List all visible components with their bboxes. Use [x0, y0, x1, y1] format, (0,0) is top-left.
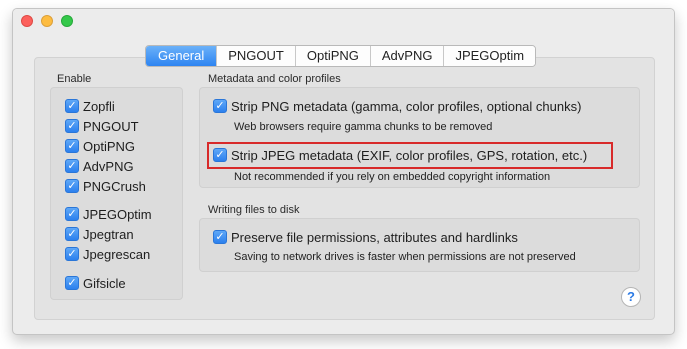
title-bar [13, 9, 674, 31]
preferences-window: General PNGOUT OptiPNG AdvPNG JPEGOptim … [12, 8, 675, 335]
minimize-button[interactable] [41, 15, 53, 27]
tab-general[interactable]: General [146, 46, 217, 66]
checkbox-label: Jpegrescan [83, 246, 151, 262]
checkbox-label: OptiPNG [83, 138, 136, 154]
preserve-permissions-note: Saving to network drives is faster when … [234, 251, 576, 263]
zoom-button[interactable] [61, 15, 73, 27]
enable-pngout-checkbox[interactable]: ✓ PNGOUT [65, 118, 139, 134]
help-button[interactable]: ? [621, 287, 641, 307]
checkbox-check: ✓ [65, 227, 79, 241]
strip-png-note: Web browsers require gamma chunks to be … [234, 121, 493, 133]
enable-pngcrush-checkbox[interactable]: ✓ PNGCrush [65, 178, 146, 194]
checkbox-label: Strip PNG metadata (gamma, color profile… [231, 98, 582, 114]
checkbox-check: ✓ [213, 99, 227, 113]
enable-gifsicle-checkbox[interactable]: ✓ Gifsicle [65, 275, 126, 291]
checkbox-label: Jpegtran [83, 226, 134, 242]
checkbox-label: PNGCrush [83, 178, 146, 194]
checkbox-label: JPEGOptim [83, 206, 152, 222]
checkbox-check: ✓ [65, 179, 79, 193]
checkbox-check: ✓ [65, 119, 79, 133]
checkbox-label: AdvPNG [83, 158, 134, 174]
enable-advpng-checkbox[interactable]: ✓ AdvPNG [65, 158, 134, 174]
metadata-heading: Metadata and color profiles [208, 73, 341, 85]
enable-zopfli-checkbox[interactable]: ✓ Zopfli [65, 98, 115, 114]
checkbox-check: ✓ [65, 159, 79, 173]
checkbox-label: Gifsicle [83, 275, 126, 291]
checkbox-check: ✓ [65, 276, 79, 290]
strip-png-metadata-checkbox[interactable]: ✓ Strip PNG metadata (gamma, color profi… [213, 98, 581, 114]
strip-jpeg-note: Not recommended if you rely on embedded … [234, 171, 551, 183]
checkbox-check: ✓ [65, 207, 79, 221]
writing-panel [199, 218, 640, 272]
tab-pngout[interactable]: PNGOUT [216, 46, 295, 66]
highlight-box [207, 142, 613, 169]
checkbox-label: Preserve file permissions, attributes an… [231, 229, 518, 245]
tab-advpng[interactable]: AdvPNG [369, 46, 444, 66]
tab-optipng[interactable]: OptiPNG [294, 46, 370, 66]
enable-heading: Enable [57, 73, 92, 85]
enable-jpegoptim-checkbox[interactable]: ✓ JPEGOptim [65, 206, 152, 222]
writing-heading: Writing files to disk [208, 204, 300, 216]
enable-optipng-checkbox[interactable]: ✓ OptiPNG [65, 138, 135, 154]
checkbox-check: ✓ [65, 247, 79, 261]
checkbox-label: Zopfli [83, 98, 115, 114]
close-button[interactable] [21, 15, 33, 27]
checkbox-check: ✓ [65, 139, 79, 153]
tab-jpegoptim[interactable]: JPEGOptim [443, 46, 536, 66]
preserve-permissions-checkbox[interactable]: ✓ Preserve file permissions, attributes … [213, 229, 518, 245]
checkbox-check: ✓ [213, 230, 227, 244]
checkbox-check: ✓ [65, 99, 79, 113]
checkbox-label: PNGOUT [83, 118, 139, 134]
tab-bar: General PNGOUT OptiPNG AdvPNG JPEGOptim [145, 45, 537, 67]
enable-jpegrescan-checkbox[interactable]: ✓ Jpegrescan [65, 246, 150, 262]
enable-jpegtran-checkbox[interactable]: ✓ Jpegtran [65, 226, 134, 242]
